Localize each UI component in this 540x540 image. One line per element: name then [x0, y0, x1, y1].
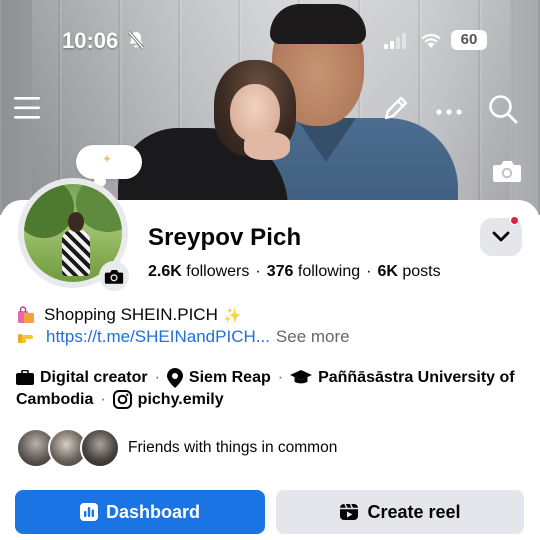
- posts-label: posts: [402, 263, 441, 280]
- bio-link[interactable]: https://t.me/SHEINandPICH...: [46, 327, 270, 347]
- school-text-continued[interactable]: Cambodia: [16, 391, 93, 409]
- bio-line: Shopping SHEIN.PICH ✨: [16, 305, 241, 325]
- following-stat[interactable]: 376 following: [267, 263, 360, 280]
- silent-bell-icon: [126, 30, 146, 55]
- status-bar: 10:06 60: [0, 0, 540, 80]
- posts-stat[interactable]: 6K posts: [377, 263, 440, 280]
- cover-girl-hand: [244, 132, 290, 160]
- more-options-icon[interactable]: [436, 103, 462, 121]
- followers-stat[interactable]: 2.6K followers: [148, 263, 249, 280]
- avatar-tree: [24, 184, 74, 238]
- stat-separator: ·: [366, 263, 372, 280]
- edit-pencil-icon[interactable]: [381, 93, 411, 128]
- details-separator: ·: [277, 369, 284, 386]
- followers-label: followers: [186, 263, 250, 280]
- battery-indicator: 60: [451, 30, 487, 50]
- friends-text: Friends with things in common: [128, 439, 338, 456]
- chevron-down-icon: [492, 231, 510, 242]
- notification-dot: [510, 216, 519, 225]
- posts-count: 6K: [377, 263, 398, 280]
- profile-camera-icon[interactable]: [99, 261, 129, 291]
- briefcase-icon: [16, 370, 34, 386]
- sparkles-icon: ✨: [223, 306, 242, 323]
- cellular-signal-icon: [384, 33, 408, 54]
- cover-camera-icon[interactable]: [492, 158, 522, 189]
- shopping-bags-icon: [16, 305, 36, 325]
- instagram-handle[interactable]: pichy.emily: [138, 391, 224, 409]
- graduation-cap-icon: [290, 370, 313, 386]
- dashboard-icon: [79, 503, 98, 521]
- details-separator: ·: [154, 369, 160, 386]
- see-more-link[interactable]: See more: [276, 327, 350, 347]
- profile-stats: 2.6K followers · 376 following · 6K posts: [148, 263, 441, 281]
- friend-avatar: [80, 428, 120, 468]
- sparkle-icon: ✦: [102, 152, 113, 166]
- location-pin-icon: [166, 368, 183, 388]
- details-line: Digital creator · Siem Reap · Paññāsāstr…: [16, 368, 515, 388]
- search-icon[interactable]: [487, 93, 519, 130]
- profile-name: Sreypov Pich: [148, 224, 302, 251]
- avatar-figure: [62, 230, 90, 276]
- following-count: 376: [266, 263, 294, 280]
- menu-icon[interactable]: [14, 95, 42, 126]
- create-reel-label: Create reel: [367, 501, 461, 522]
- dashboard-button[interactable]: Dashboard: [15, 490, 265, 534]
- stat-separator: ·: [255, 263, 261, 280]
- following-label: following: [297, 263, 361, 280]
- friends-in-common[interactable]: Friends with things in common: [16, 428, 337, 468]
- create-reel-button[interactable]: Create reel: [276, 490, 524, 534]
- bio-link-line: https://t.me/SHEINandPICH... See more: [16, 327, 350, 347]
- instagram-icon: [112, 390, 132, 409]
- reel-icon: [340, 503, 359, 520]
- pointing-hand-icon: [16, 327, 36, 347]
- role-text: Digital creator: [40, 369, 148, 386]
- status-time: 10:06: [62, 28, 119, 53]
- school-text[interactable]: Paññāsāstra University of: [318, 369, 515, 387]
- bio-text: Shopping SHEIN.PICH: [44, 305, 218, 324]
- dashboard-label: Dashboard: [105, 501, 201, 522]
- details-line: Cambodia · pichy.emily: [16, 390, 224, 409]
- location-text[interactable]: Siem Reap: [189, 369, 271, 387]
- avatar-figure-head: [68, 212, 84, 232]
- wifi-icon: [420, 31, 442, 54]
- details-separator: ·: [100, 390, 106, 408]
- followers-count: 2.6K: [148, 263, 182, 280]
